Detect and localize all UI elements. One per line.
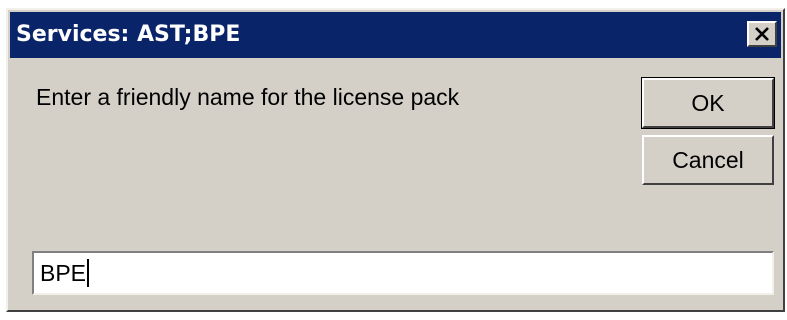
cancel-button[interactable]: Cancel [642,135,774,185]
ok-button[interactable]: OK [641,77,775,129]
friendly-name-value: BPE [40,259,87,286]
close-icon [754,27,770,41]
text-caret [87,259,90,287]
prompt-label: Enter a friendly name for the license pa… [36,84,460,110]
ok-button-label: OK [691,89,725,116]
window-title: Services: AST;BPE [16,22,241,47]
close-button[interactable] [747,21,777,47]
title-bar[interactable]: Services: AST;BPE [10,12,781,58]
friendly-name-input[interactable]: BPE [32,251,774,295]
cancel-button-label: Cancel [672,146,744,173]
license-pack-name-dialog: Services: AST;BPE Enter a friendly name … [6,8,785,312]
